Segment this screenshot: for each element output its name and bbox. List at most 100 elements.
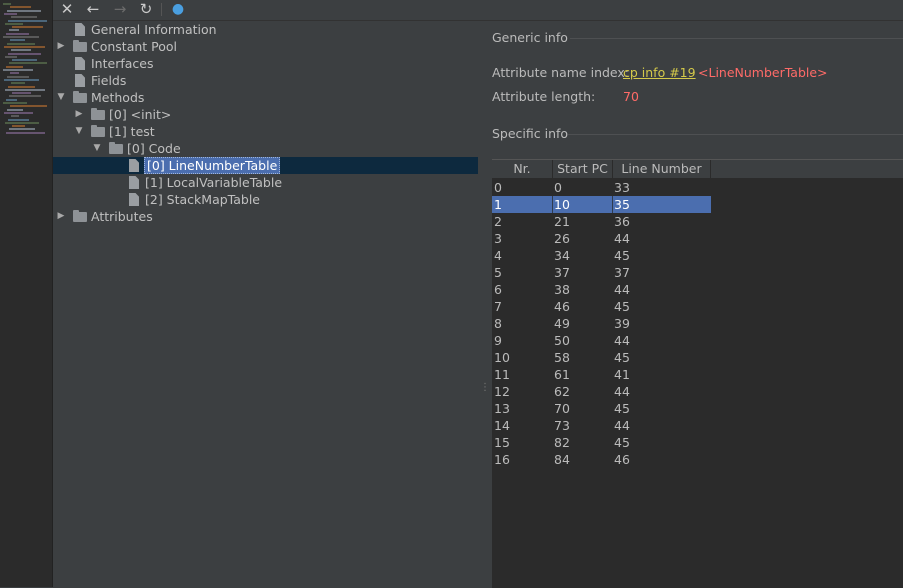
cell-start-pc: 0 bbox=[554, 180, 562, 195]
tree-item-label: [0] <init> bbox=[109, 107, 172, 122]
tree-item[interactable]: General Information bbox=[53, 21, 478, 38]
file-icon bbox=[129, 159, 139, 172]
collapsed-arrow-icon[interactable]: ▶ bbox=[56, 38, 66, 55]
table-row[interactable]: 9 50 44 bbox=[492, 332, 903, 349]
tree-item[interactable]: ▶ Constant Pool bbox=[53, 38, 478, 55]
table-row[interactable]: 0 0 33 bbox=[492, 179, 903, 196]
folder-icon bbox=[73, 91, 87, 103]
file-icon bbox=[129, 193, 139, 206]
tree-item-label: Interfaces bbox=[91, 56, 154, 71]
cell-line-number: 45 bbox=[614, 299, 630, 314]
web-globe-icon[interactable]: ● bbox=[168, 0, 188, 18]
cell-line-number: 41 bbox=[614, 367, 630, 382]
cell-start-pc: 61 bbox=[554, 367, 570, 382]
minimap-line bbox=[6, 98, 17, 101]
minimap-line bbox=[11, 49, 31, 52]
minimap-line bbox=[4, 12, 17, 15]
tree-item[interactable]: [2] StackMapTable bbox=[53, 191, 478, 208]
tree-item-label: [2] StackMapTable bbox=[145, 192, 260, 207]
cell-line-number: 39 bbox=[614, 316, 630, 331]
cell-nr: 4 bbox=[494, 248, 502, 263]
tree-item-label: [0] LineNumberTable bbox=[144, 157, 281, 174]
tree-item[interactable]: ▼ [1] test bbox=[53, 123, 478, 140]
tree-item[interactable]: [0] LineNumberTable bbox=[53, 157, 478, 174]
cell-start-pc: 34 bbox=[554, 248, 570, 263]
table-row[interactable]: 3 26 44 bbox=[492, 230, 903, 247]
cell-start-pc: 73 bbox=[554, 418, 570, 433]
refresh-icon[interactable]: ↻ bbox=[136, 0, 156, 18]
table-row[interactable]: 6 38 44 bbox=[492, 281, 903, 298]
table-row[interactable]: 16 84 46 bbox=[492, 451, 903, 468]
table-row[interactable]: 7 46 45 bbox=[492, 298, 903, 315]
expanded-arrow-icon[interactable]: ▼ bbox=[74, 123, 84, 140]
minimap-line bbox=[9, 128, 35, 131]
minimap-line bbox=[11, 16, 37, 19]
table-row[interactable]: 4 34 45 bbox=[492, 247, 903, 264]
specific-info-divider bbox=[568, 134, 903, 135]
editor-minimap bbox=[0, 0, 53, 587]
table-row[interactable]: 15 82 45 bbox=[492, 434, 903, 451]
table-row[interactable]: 5 37 37 bbox=[492, 264, 903, 281]
minimap-line bbox=[3, 102, 27, 104]
table-row[interactable]: 10 58 45 bbox=[492, 349, 903, 366]
table-row[interactable]: 12 62 44 bbox=[492, 383, 903, 400]
tree-item[interactable]: ▶ [0] <init> bbox=[53, 106, 478, 123]
minimap-line bbox=[7, 75, 29, 78]
table-row[interactable]: 2 21 36 bbox=[492, 213, 903, 230]
attribute-name-value: <LineNumberTable> bbox=[698, 65, 828, 80]
forward-arrow-icon[interactable]: → bbox=[110, 0, 130, 18]
column-header-nr[interactable]: Nr. bbox=[492, 160, 553, 178]
table-row[interactable]: 1 10 35 bbox=[492, 196, 903, 213]
cp-info-link[interactable]: cp info #19 bbox=[623, 65, 696, 80]
minimap-line bbox=[4, 45, 45, 48]
minimap-line bbox=[10, 72, 19, 75]
cell-start-pc: 46 bbox=[554, 299, 570, 314]
table-row[interactable]: 14 73 44 bbox=[492, 417, 903, 434]
expanded-arrow-icon[interactable]: ▼ bbox=[92, 140, 102, 157]
back-arrow-icon[interactable]: ← bbox=[83, 0, 103, 18]
cell-start-pc: 38 bbox=[554, 282, 570, 297]
column-header-start-pc[interactable]: Start PC bbox=[553, 160, 613, 178]
minimap-line bbox=[4, 78, 39, 81]
minimap-line bbox=[7, 9, 41, 12]
splitter-grip-icon: ⋮ bbox=[480, 382, 490, 393]
minimap-line bbox=[10, 39, 25, 42]
cell-line-number: 44 bbox=[614, 231, 630, 246]
minimap-line bbox=[12, 92, 31, 95]
cell-start-pc: 50 bbox=[554, 333, 570, 348]
cell-start-pc: 21 bbox=[554, 214, 570, 229]
cell-line-number: 46 bbox=[614, 452, 630, 467]
minimap-line bbox=[6, 131, 45, 134]
expanded-arrow-icon[interactable]: ▼ bbox=[56, 89, 66, 106]
collapsed-arrow-icon[interactable]: ▶ bbox=[56, 208, 66, 225]
folder-icon bbox=[109, 142, 123, 154]
tree-item[interactable]: Interfaces bbox=[53, 55, 478, 72]
cell-start-pc: 58 bbox=[554, 350, 570, 365]
table-row[interactable]: 8 49 39 bbox=[492, 315, 903, 332]
cell-nr: 10 bbox=[494, 350, 510, 365]
collapsed-arrow-icon[interactable]: ▶ bbox=[74, 106, 84, 123]
folder-icon bbox=[73, 40, 87, 52]
tree-item[interactable]: Fields bbox=[53, 72, 478, 89]
cell-nr: 2 bbox=[494, 214, 502, 229]
tree-item[interactable]: [1] LocalVariableTable bbox=[53, 174, 478, 191]
minimap-line bbox=[12, 59, 37, 62]
cell-start-pc: 26 bbox=[554, 231, 570, 246]
tree-item[interactable]: ▼ [0] Code bbox=[53, 140, 478, 157]
attribute-panel: Generic info Attribute name index: cp in… bbox=[492, 21, 903, 588]
minimap-line bbox=[3, 69, 33, 71]
table-row[interactable]: 11 61 41 bbox=[492, 366, 903, 383]
close-icon[interactable]: ✕ bbox=[57, 0, 77, 18]
cell-nr: 8 bbox=[494, 316, 502, 331]
minimap-line bbox=[3, 3, 11, 5]
tree-item[interactable]: ▶ Attributes bbox=[53, 208, 478, 225]
tree-item[interactable]: ▼ Methods bbox=[53, 89, 478, 106]
table-row[interactable]: 13 70 45 bbox=[492, 400, 903, 417]
generic-info-divider bbox=[570, 38, 903, 39]
panel-splitter[interactable]: ⋮ bbox=[478, 21, 492, 587]
column-header-line-number[interactable]: Line Number bbox=[613, 160, 711, 178]
minimap-line bbox=[5, 55, 17, 58]
cell-nr: 6 bbox=[494, 282, 502, 297]
cell-divider bbox=[552, 196, 553, 213]
minimap-line bbox=[8, 85, 35, 88]
